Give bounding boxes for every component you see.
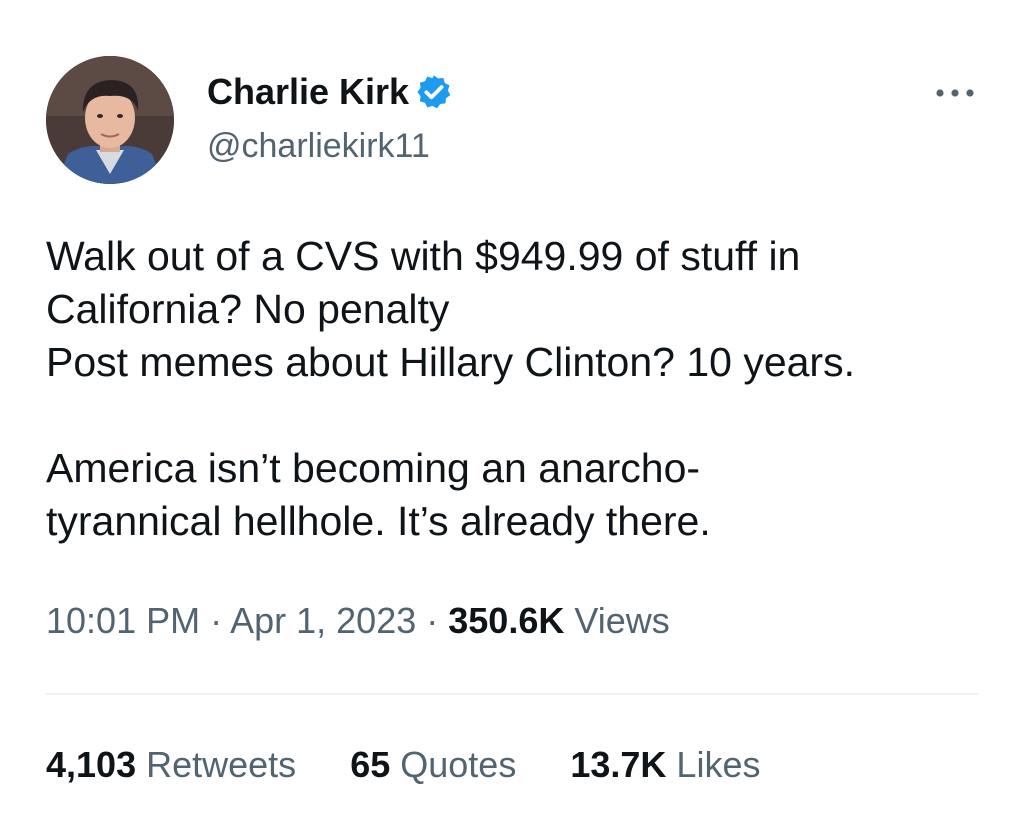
quotes-count: 65 [350,744,391,785]
retweets-stat[interactable]: 4,103 Retweets [46,742,296,788]
avatar[interactable] [46,56,174,184]
likes-stat[interactable]: 13.7K Likes [570,742,760,788]
meta-separator: · [200,600,231,641]
tweet-time[interactable]: 10:01 PM [46,600,200,641]
tweet-card: Charlie Kirk @charliekirk11 Walk out of … [0,0,1024,813]
more-options-icon[interactable] [930,80,980,106]
tweet-text-line: America isn’t becoming an anarcho- [46,445,701,491]
author-display-name[interactable]: Charlie Kirk [207,70,409,114]
tweet-text: Walk out of a CVS with $949.99 of stuff … [46,230,996,548]
tweet-text-line: California? No penalty [46,286,450,332]
tweet-date[interactable]: Apr 1, 2023 [230,600,416,641]
tweet-text-line: Walk out of a CVS with $949.99 of stuff … [46,233,801,279]
views-label: Views [574,600,670,641]
verified-badge-icon [415,73,453,111]
meta-separator: · [416,600,449,641]
author-display-name-row[interactable]: Charlie Kirk [207,70,453,114]
quotes-label: Quotes [400,744,517,785]
author-handle[interactable]: @charliekirk11 [207,125,430,167]
tweet-meta: 10:01 PM · Apr 1, 2023 · 350.6K Views [46,598,670,644]
retweets-count: 4,103 [46,744,137,785]
divider [46,693,978,695]
tweet-text-line: Post memes about Hillary Clinton? 10 yea… [46,339,855,385]
views-count: 350.6K [448,600,565,641]
tweet-stats: 4,103 Retweets 65 Quotes 13.7K Likes [46,742,814,788]
quotes-stat[interactable]: 65 Quotes [350,742,516,788]
retweets-label: Retweets [146,744,297,785]
likes-count: 13.7K [570,744,667,785]
likes-label: Likes [676,744,761,785]
tweet-text-line: tyrannical hellhole. It’s already there. [46,498,711,544]
